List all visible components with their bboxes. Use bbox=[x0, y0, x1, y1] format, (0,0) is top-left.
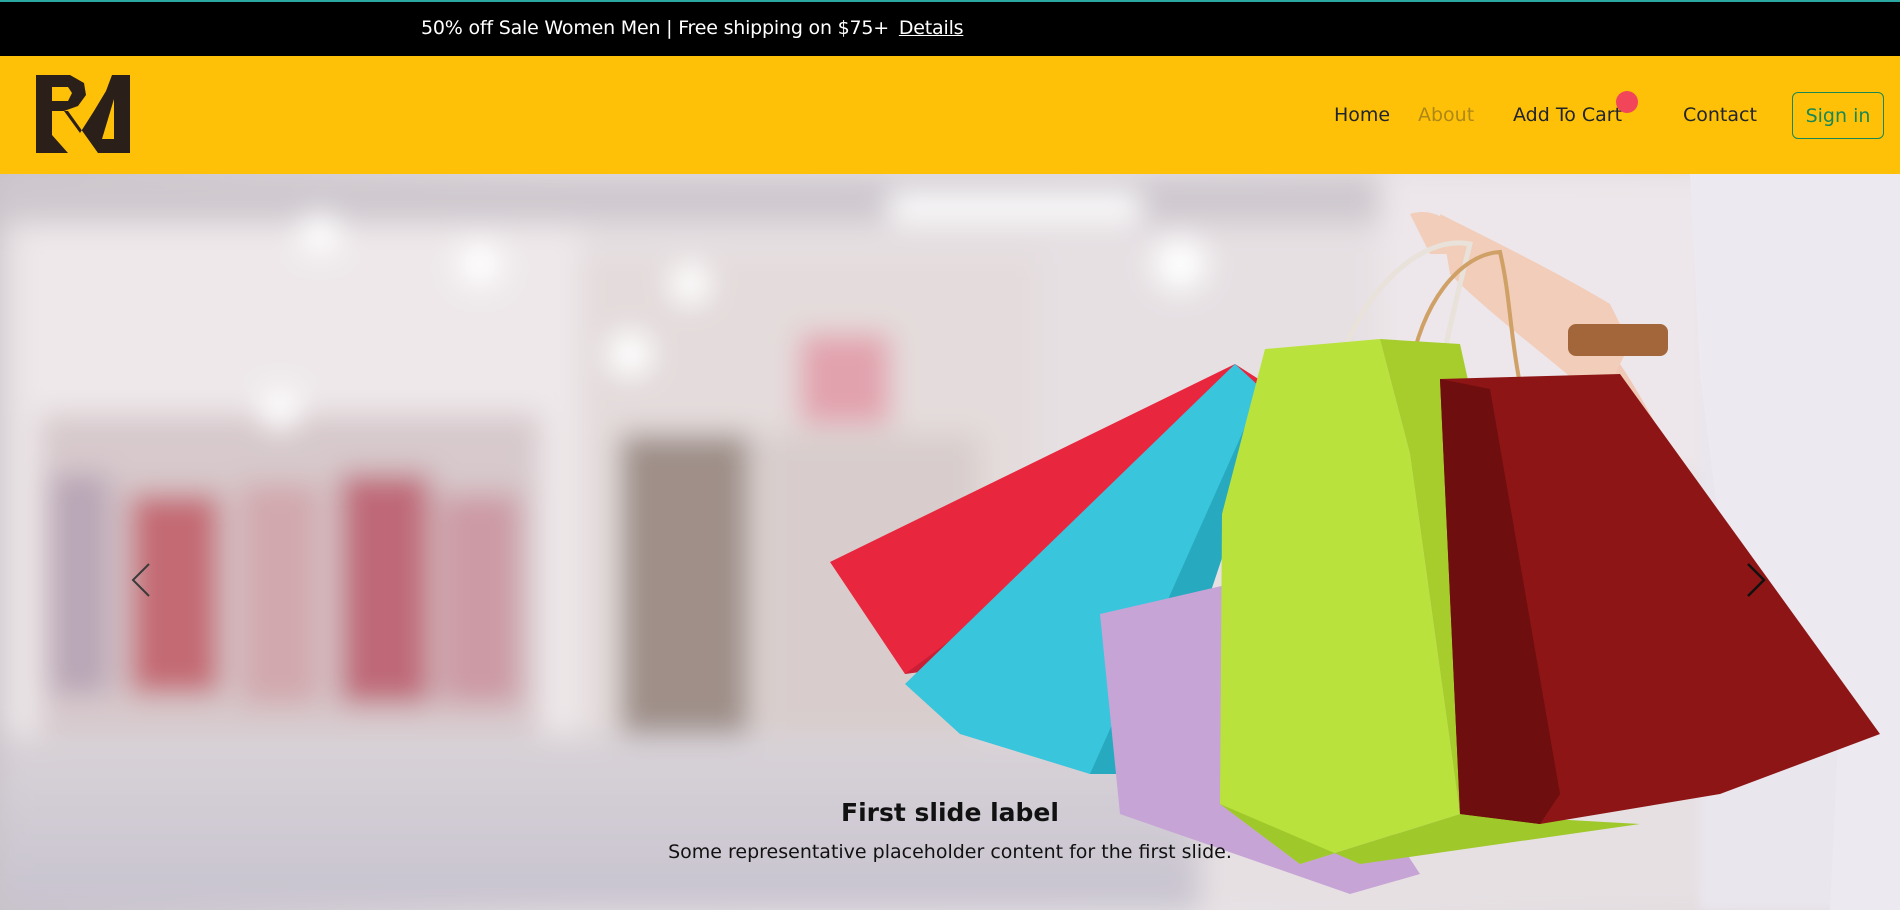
announcement-text: 50% off Sale Women Men | Free shipping o… bbox=[421, 17, 964, 39]
slide-title: First slide label bbox=[841, 798, 1059, 827]
nav-about[interactable]: About bbox=[1418, 104, 1474, 126]
chevron-left-icon[interactable] bbox=[121, 550, 161, 610]
nav-contact[interactable]: Contact bbox=[1683, 104, 1757, 126]
chevron-right-icon[interactable] bbox=[1736, 550, 1776, 610]
rv-logo-icon[interactable] bbox=[34, 75, 134, 155]
nav-add-to-cart[interactable]: Add To Cart bbox=[1513, 104, 1622, 126]
sign-in-button[interactable]: Sign in bbox=[1792, 92, 1884, 139]
details-link[interactable]: Details bbox=[899, 17, 964, 39]
announcement-message: 50% off Sale Women Men | Free shipping o… bbox=[421, 17, 890, 39]
slide-text: Some representative placeholder content … bbox=[668, 841, 1232, 863]
nav-home[interactable]: Home bbox=[1334, 104, 1390, 126]
cart-badge bbox=[1616, 91, 1638, 113]
announcement-bar: 50% off Sale Women Men | Free shipping o… bbox=[0, 0, 1900, 56]
navbar: Home About Add To Cart Contact Sign in bbox=[0, 56, 1900, 174]
hero-carousel: First slide label Some representative pl… bbox=[0, 174, 1900, 910]
